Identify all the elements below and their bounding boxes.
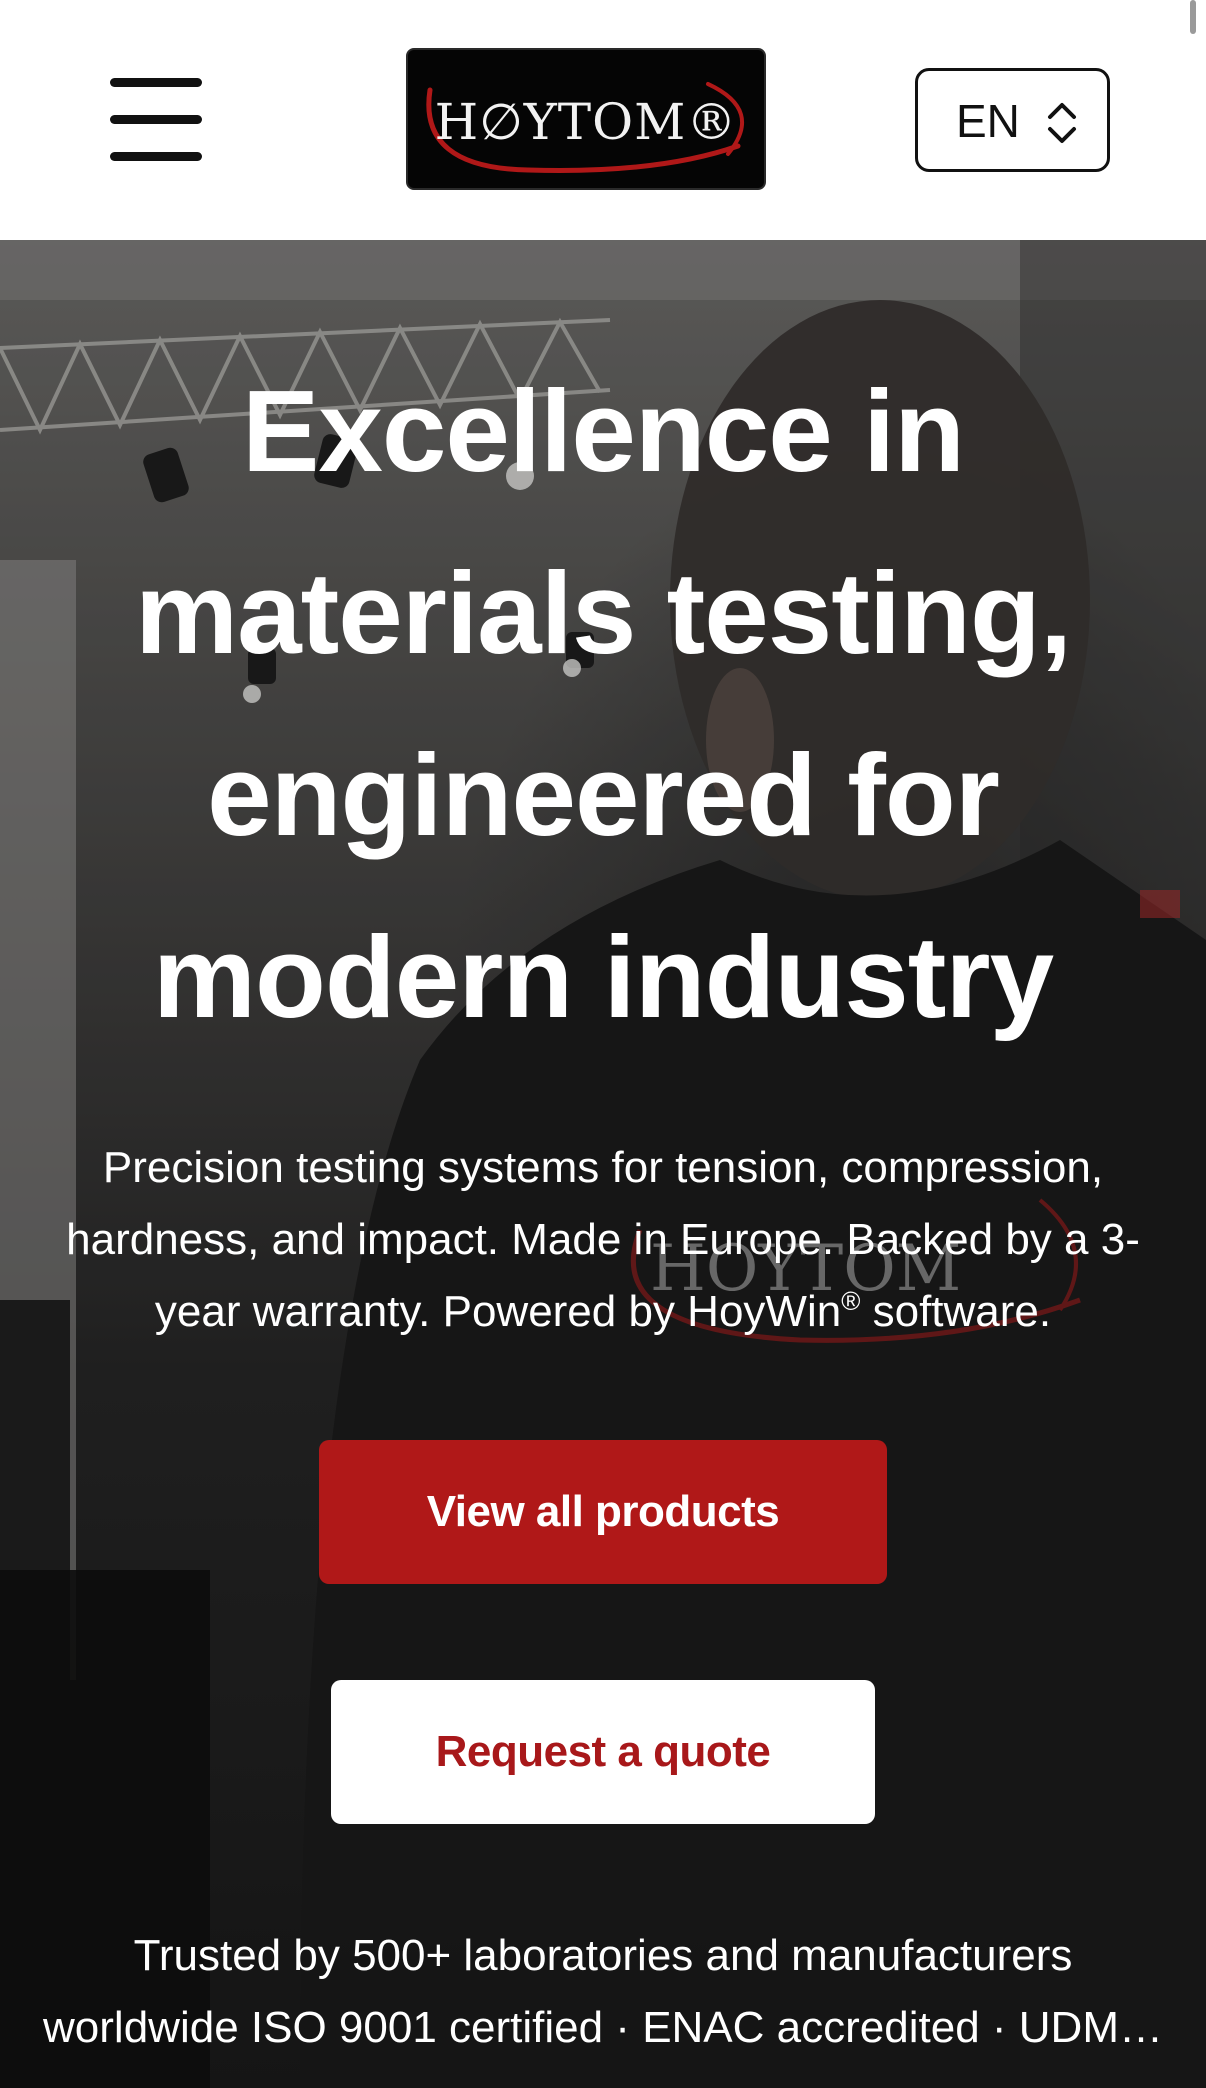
request-quote-button[interactable]: Request a quote [331,1680,875,1824]
menu-bar [110,152,202,161]
scrollbar-thumb[interactable] [1190,0,1196,34]
chevron-up-down-icon [1048,103,1076,143]
trust-statement: Trusted by 500+ laboratories and manufac… [43,1931,1163,2052]
hero-subtitle: Precision testing systems for tension, c… [40,1132,1166,1348]
language-select[interactable]: EN [915,68,1110,172]
hoytom-logo[interactable]: H∅YTOM® [406,48,766,190]
hero-subtitle-end: software. [860,1287,1052,1336]
logo-text: H∅YTOM® [434,93,738,151]
menu-bar [110,115,202,124]
hero-title: Excellence in materials testing, enginee… [134,366,1072,1042]
hamburger-menu-icon[interactable] [110,78,202,162]
hero-section: HOYTOM Excellence in materials testing, … [0,240,1206,2088]
menu-bar [110,78,202,87]
language-selected: EN [956,95,1020,147]
registered-mark: ® [841,1286,861,1316]
view-all-products-button[interactable]: View all products [319,1440,887,1584]
site-header: H∅YTOM® EN [0,0,1206,240]
